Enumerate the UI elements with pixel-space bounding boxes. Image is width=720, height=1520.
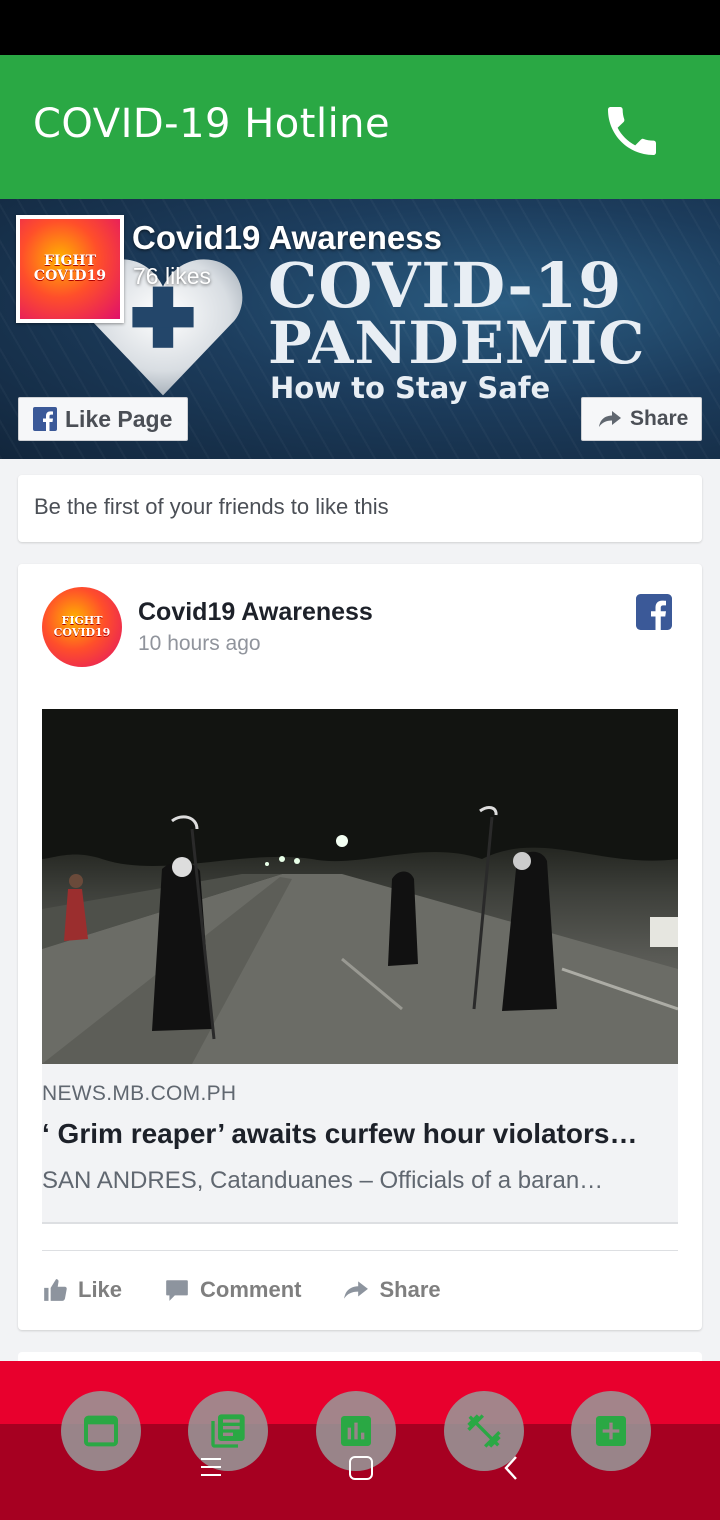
like-page-label: Like Page — [65, 405, 173, 432]
post-author-name[interactable]: Covid19 Awareness — [138, 598, 373, 627]
share-button[interactable]: Share — [343, 1277, 441, 1303]
medical-cross-icon — [596, 1416, 626, 1446]
link-preview[interactable]: NEWS.MB.COM.PH ‘ Grim reaper’ awaits cur… — [42, 709, 678, 1224]
facebook-icon[interactable] — [636, 594, 672, 630]
app-title: COVID-19 Hotline — [33, 101, 391, 147]
news-icon — [211, 1414, 245, 1448]
link-description: SAN ANDRES, Catanduanes – Officials of a… — [42, 1167, 604, 1194]
nav-window-button[interactable] — [61, 1391, 141, 1471]
home-icon[interactable] — [348, 1455, 374, 1481]
fitness-icon — [467, 1414, 501, 1448]
status-bar — [0, 0, 720, 55]
bottom-navigation — [0, 1361, 720, 1520]
link-preview-image[interactable] — [42, 709, 678, 1064]
cover-headline-2: PANDEMIC — [268, 309, 646, 377]
back-icon[interactable] — [500, 1455, 522, 1481]
recent-apps-icon[interactable] — [198, 1455, 224, 1479]
post-timestamp[interactable]: 10 hours ago — [138, 632, 261, 656]
facebook-page-plugin: COVID-19 PANDEMIC How to Stay Safe FIGHT… — [0, 199, 720, 1361]
cover-subtitle: How to Stay Safe — [270, 371, 551, 405]
cover-photo: COVID-19 PANDEMIC How to Stay Safe FIGHT… — [0, 199, 720, 459]
share-page-label: Share — [630, 407, 689, 430]
post-actions: Like Comment Share — [42, 1270, 483, 1310]
link-headline[interactable]: ‘ Grim reaper’ awaits curfew hour violat… — [42, 1118, 678, 1150]
comment-icon — [166, 1280, 188, 1301]
page-name[interactable]: Covid19 Awareness — [132, 219, 442, 257]
post-card: FIGHT COVID19 Covid19 Awareness 10 hours… — [18, 564, 702, 1330]
share-arrow-icon — [344, 1281, 369, 1299]
window-icon — [84, 1415, 118, 1447]
friends-notice-text: Be the first of your friends to like thi… — [34, 494, 389, 519]
stats-icon — [341, 1416, 371, 1446]
like-label: Like — [78, 1277, 123, 1302]
next-post-card — [18, 1352, 702, 1361]
share-arrow-icon — [599, 411, 621, 427]
thumbs-up-icon — [44, 1279, 67, 1301]
comment-button[interactable]: Comment — [164, 1277, 301, 1303]
friends-notice-card: Be the first of your friends to like thi… — [18, 475, 702, 542]
page-likes-count: 76 likes — [133, 263, 211, 289]
like-page-button[interactable]: Like Page — [18, 397, 188, 441]
fight-covid-logo: FIGHT COVID19 — [20, 219, 120, 319]
like-button[interactable]: Like — [42, 1277, 122, 1303]
phone-icon[interactable] — [600, 99, 664, 163]
comment-label: Comment — [200, 1277, 302, 1302]
share-page-button[interactable]: Share — [581, 397, 702, 441]
post-author-avatar[interactable]: FIGHT COVID19 — [42, 587, 122, 667]
app-bar: COVID-19 Hotline — [0, 55, 720, 199]
share-label: Share — [379, 1277, 441, 1302]
page-profile-picture[interactable]: FIGHT COVID19 — [16, 215, 124, 323]
link-domain: NEWS.MB.COM.PH — [42, 1082, 237, 1105]
nav-medical-button[interactable] — [571, 1391, 651, 1471]
facebook-icon — [33, 407, 57, 431]
divider — [42, 1250, 678, 1251]
